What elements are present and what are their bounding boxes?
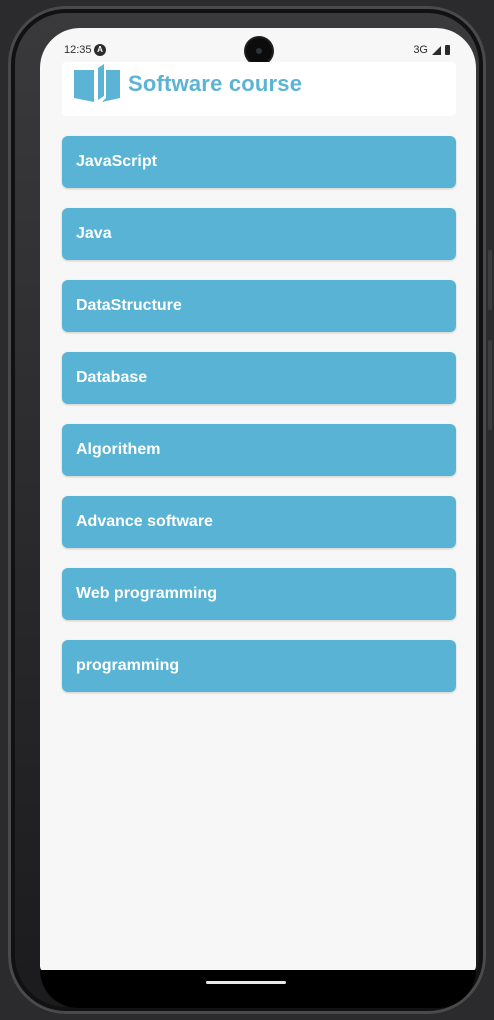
network-type: 3G — [413, 44, 428, 56]
course-list: JavaScript Java DataStructure Database A… — [62, 136, 456, 712]
status-right: 3G — [413, 44, 450, 56]
course-button-javascript[interactable]: JavaScript — [62, 136, 456, 188]
front-camera — [246, 38, 272, 64]
app-header: Software course — [62, 62, 456, 116]
course-button-algorithem[interactable]: Algorithem — [62, 424, 456, 476]
battery-icon — [445, 45, 450, 55]
app-title: Software course — [128, 71, 303, 96]
course-button-programming[interactable]: programming — [62, 640, 456, 692]
course-button-database[interactable]: Database — [62, 352, 456, 404]
course-button-advance-software[interactable]: Advance software — [62, 496, 456, 548]
course-button-datastructure[interactable]: DataStructure — [62, 280, 456, 332]
power-button — [488, 340, 492, 430]
signal-icon — [432, 45, 441, 55]
course-button-web-programming[interactable]: Web programming — [62, 568, 456, 620]
a-icon: A — [94, 44, 106, 56]
status-time: 12:35 — [64, 44, 92, 56]
volume-button — [488, 250, 492, 310]
book-icon — [74, 64, 120, 102]
course-button-java[interactable]: Java — [62, 208, 456, 260]
home-indicator[interactable] — [206, 981, 286, 984]
navigation-bar — [40, 970, 476, 1008]
